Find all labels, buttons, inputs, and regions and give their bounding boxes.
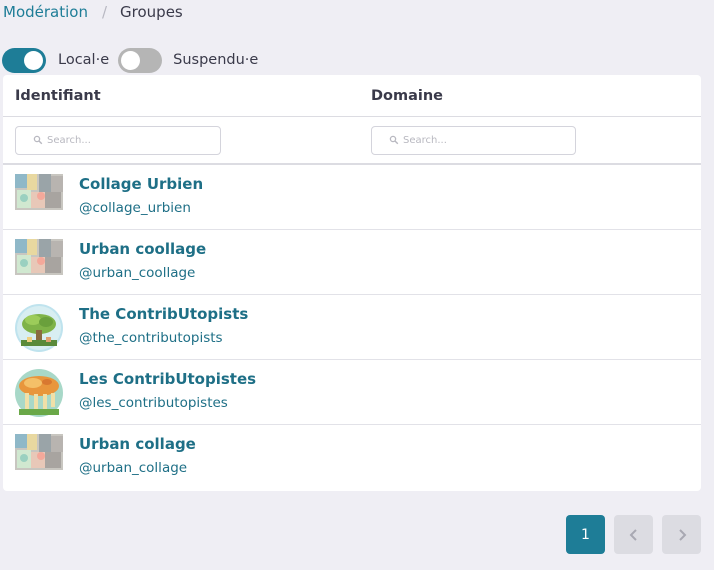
search-icon [33, 135, 43, 145]
chevron-right-icon [678, 528, 686, 541]
page-button-1[interactable]: 1 [566, 515, 605, 554]
collage-avatar-icon [15, 174, 63, 222]
breadcrumb: Modération / Groupes [3, 2, 183, 22]
collage-avatar-icon [15, 434, 63, 482]
mushroom-avatar-icon [15, 369, 63, 417]
column-header-domain[interactable]: Domaine [359, 88, 443, 104]
group-name[interactable]: Les ContribUtopistes [79, 370, 256, 392]
table-filters [3, 117, 701, 165]
group-name[interactable]: Urban collage [79, 435, 196, 457]
table-row[interactable]: Urban collage @urban_collage [3, 425, 701, 490]
search-icon [389, 135, 399, 145]
table-row[interactable]: Les ContribUtopistes @les_contributopist… [3, 360, 701, 425]
group-handle[interactable]: @collage_urbien [79, 200, 203, 216]
next-page-button[interactable] [662, 515, 701, 554]
domain-search-input[interactable] [403, 134, 563, 146]
toggle-knob [121, 50, 141, 70]
group-handle[interactable]: @urban_coollage [79, 265, 206, 281]
filter-toggles: Local·e Suspendu·e [2, 47, 258, 73]
group-name[interactable]: Urban coollage [79, 240, 206, 262]
column-header-identifier[interactable]: Identifiant [3, 88, 359, 104]
previous-page-button[interactable] [614, 515, 653, 554]
group-name[interactable]: The ContribUtopists [79, 305, 248, 327]
table-header: Identifiant Domaine [3, 75, 701, 117]
group-handle[interactable]: @les_contributopistes [79, 395, 256, 411]
suspended-toggle[interactable] [118, 47, 163, 73]
identifier-search-box [15, 125, 221, 155]
local-toggle[interactable] [2, 47, 46, 73]
breadcrumb-separator: / [101, 3, 108, 21]
breadcrumb-moderation-link[interactable]: Modération [3, 3, 88, 21]
collage-avatar-icon [15, 239, 63, 287]
suspended-toggle-label[interactable]: Suspendu·e [173, 52, 258, 68]
table-row[interactable]: Urban coollage @urban_coollage [3, 230, 701, 295]
local-toggle-label[interactable]: Local·e [58, 52, 109, 68]
group-name[interactable]: Collage Urbien [79, 175, 203, 197]
domain-search-box [371, 125, 576, 155]
chevron-left-icon [629, 528, 637, 541]
tree-avatar-icon [15, 304, 63, 352]
table-row[interactable]: Collage Urbien @collage_urbien [3, 165, 701, 230]
group-handle[interactable]: @urban_collage [79, 460, 196, 476]
pagination: 1 [566, 515, 701, 554]
breadcrumb-current: Groupes [120, 3, 183, 21]
group-handle[interactable]: @the_contributopists [79, 330, 248, 346]
table-row[interactable]: The ContribUtopists @the_contributopists [3, 295, 701, 360]
toggle-knob [24, 50, 43, 70]
groups-table: Identifiant Domaine Search... Search... … [3, 75, 701, 491]
identifier-search-input[interactable] [47, 134, 207, 146]
